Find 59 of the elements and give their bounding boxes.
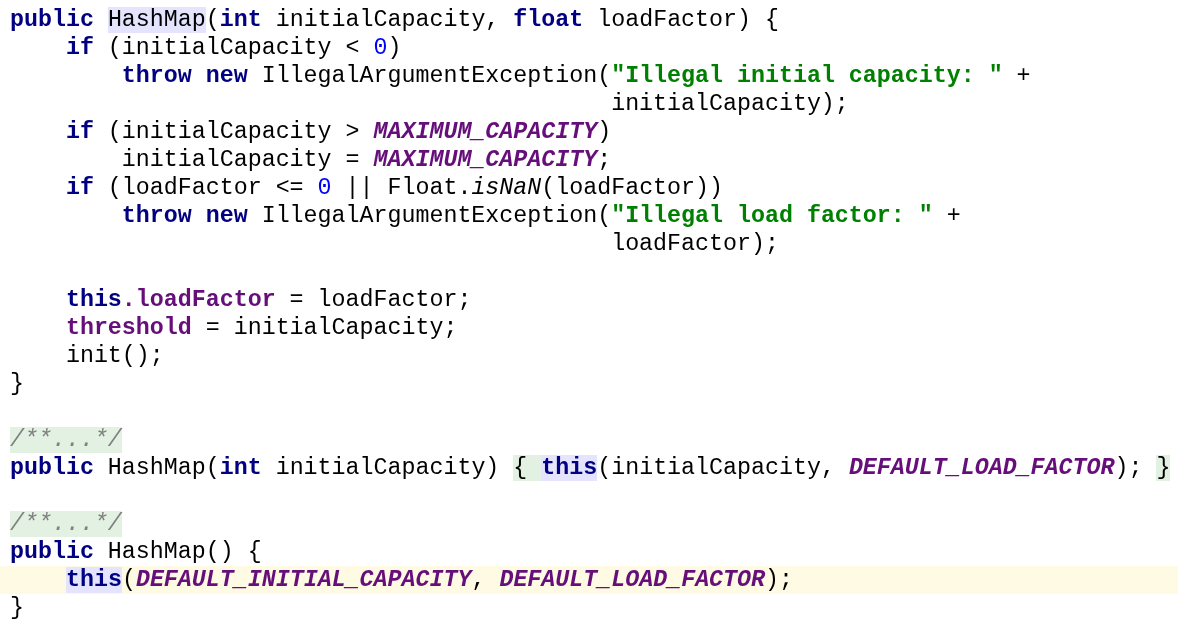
method-name: isNaN <box>471 175 542 201</box>
code-text: IllegalArgumentException( <box>260 203 612 229</box>
code-text: init(); <box>64 343 164 369</box>
code-text: initialCapacity = <box>120 147 361 173</box>
keyword: this <box>64 287 122 313</box>
keyword: throw new <box>120 203 248 229</box>
number: 0 <box>373 35 388 61</box>
keyword: this <box>66 567 122 593</box>
keyword: public <box>10 539 94 565</box>
code-text: + <box>1015 63 1031 89</box>
code-text: = loadFactor; <box>288 287 472 313</box>
folded-comment: /**...*/ <box>10 511 122 537</box>
string-literal: "Illegal load factor: " <box>611 203 933 229</box>
code-text: (loadFactor)) <box>541 175 724 201</box>
string-literal: "Illegal initial capacity: " <box>611 63 1003 89</box>
code-text: HashMap() { <box>106 539 262 565</box>
code-text: (initialCapacity < <box>106 35 361 61</box>
keyword: float <box>513 7 584 33</box>
constant: MAXIMUM_CAPACITY <box>373 147 598 173</box>
folded-comment: /**...*/ <box>10 427 122 453</box>
code-text: ( <box>205 7 220 33</box>
code-text: (loadFactor <= <box>106 175 305 201</box>
code-text: ); <box>1114 455 1144 481</box>
code-text: ( <box>121 567 136 593</box>
keyword: throw new <box>120 63 248 89</box>
code-text: = initialCapacity; <box>204 315 458 341</box>
constant: MAXIMUM_CAPACITY <box>373 119 598 145</box>
code-text: + <box>945 203 961 229</box>
keyword: if <box>64 119 94 145</box>
number: 0 <box>317 175 332 201</box>
keyword: int <box>219 455 262 481</box>
code-text: ); <box>765 567 793 593</box>
field-name: threshold <box>64 315 192 341</box>
code-text: (initialCapacity > <box>106 119 361 145</box>
code-text: IllegalArgumentException( <box>260 63 612 89</box>
constant: DEFAULT_LOAD_FACTOR <box>499 567 766 593</box>
folded-brace: { <box>513 455 542 481</box>
code-text: HashMap( <box>106 455 220 481</box>
constant: DEFAULT_LOAD_FACTOR <box>848 455 1115 481</box>
keyword: int <box>219 7 262 33</box>
constant: DEFAULT_INITIAL_CAPACITY <box>135 567 472 593</box>
code-text: (initialCapacity, <box>597 455 836 481</box>
code-text: initialCapacity) <box>274 455 501 481</box>
code-text: } <box>10 595 24 621</box>
keyword: public <box>10 7 95 33</box>
keyword: this <box>541 455 598 481</box>
code-text: initialCapacity, <box>274 7 501 33</box>
code-text: initialCapacity); <box>610 91 849 117</box>
keyword: if <box>64 175 94 201</box>
keyword: if <box>64 35 94 61</box>
code-text: } <box>10 371 24 397</box>
identifier: HashMap <box>107 7 206 33</box>
code-text: loadFactor); <box>610 231 779 257</box>
code-text: || Float. <box>344 175 472 201</box>
folded-brace: } <box>1156 455 1171 481</box>
field-name: .loadFactor <box>121 287 276 313</box>
keyword: public <box>10 455 94 481</box>
code-text: loadFactor) { <box>596 7 779 33</box>
code-text: ) <box>387 35 402 61</box>
